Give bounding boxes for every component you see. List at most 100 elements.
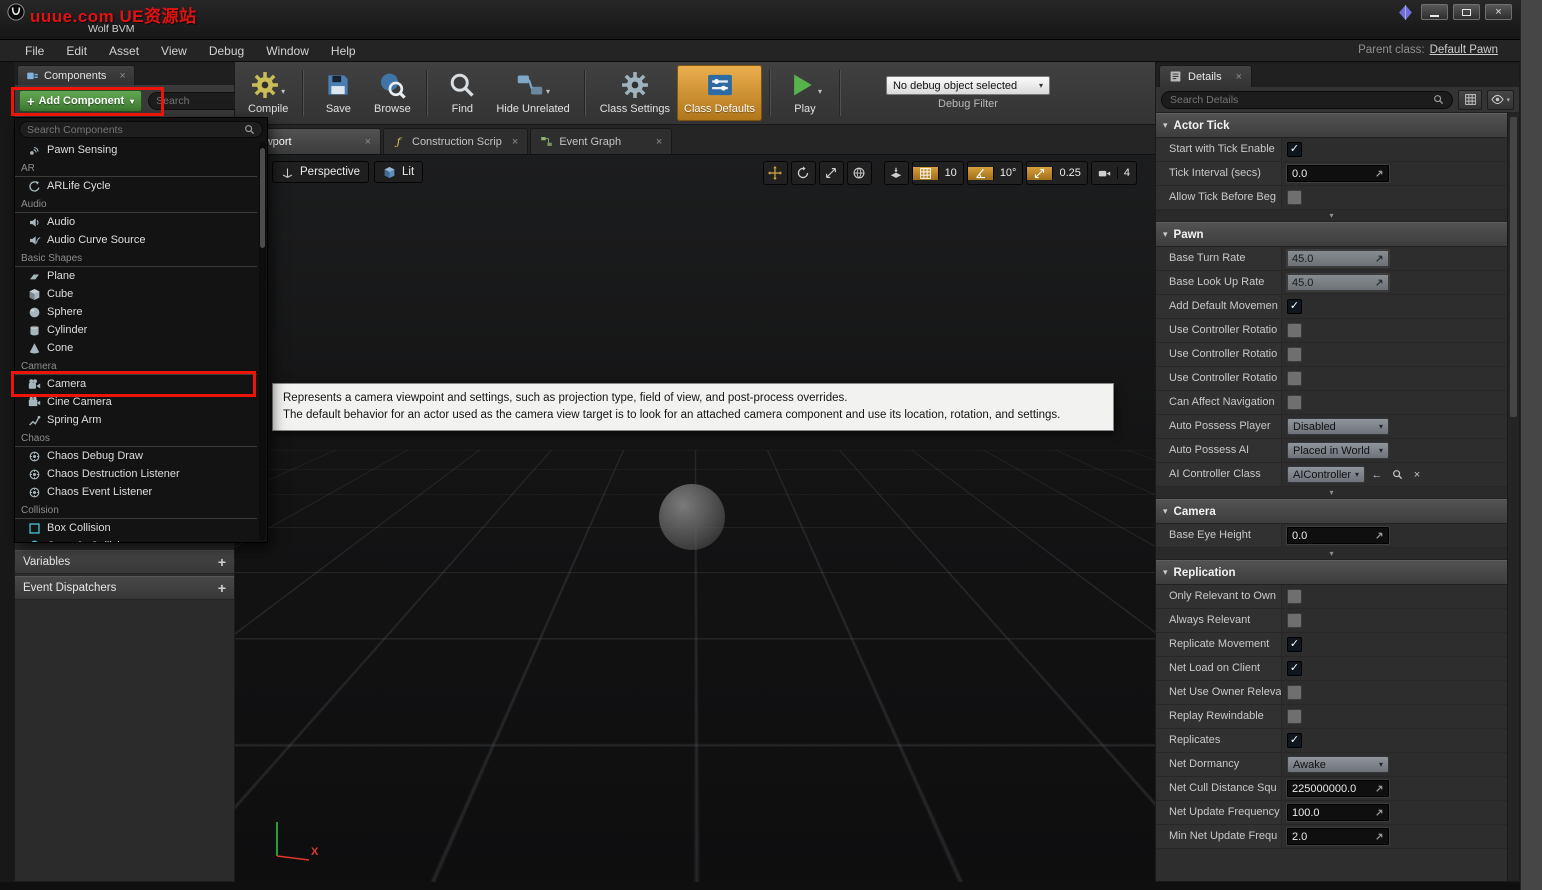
scale-snap-value[interactable]: 0.25 — [1052, 167, 1086, 179]
section-header-camera[interactable]: ▾Camera — [1156, 499, 1507, 524]
grid-snap-icon[interactable] — [913, 167, 938, 180]
use-selected-icon[interactable]: ← — [1369, 467, 1385, 483]
add-event-dispatchers-button[interactable]: + — [218, 581, 226, 595]
component-category-basic-shapes[interactable]: Basic Shapes — [15, 251, 257, 267]
component-item-chaos-debug-draw[interactable]: Chaos Debug Draw — [15, 447, 257, 465]
replay-rewindable-checkbox[interactable] — [1287, 709, 1302, 724]
allow-tick-before-beg-checkbox[interactable] — [1287, 190, 1302, 205]
auto-possess-ai-dropdown[interactable]: Placed in World▾ — [1287, 442, 1389, 459]
net-use-owner-releva-checkbox[interactable] — [1287, 685, 1302, 700]
search-components-input[interactable] — [27, 124, 240, 136]
save-button[interactable]: Save — [311, 65, 365, 121]
hide-unrelated-button[interactable]: ▾Hide Unrelated — [489, 65, 576, 121]
rotation-snap-icon[interactable] — [968, 167, 993, 180]
advanced-expander[interactable]: ▾ — [1156, 487, 1507, 499]
component-category-ar[interactable]: AR — [15, 161, 257, 177]
component-item-pawn-sensing[interactable]: Pawn Sensing — [15, 141, 257, 159]
component-item-arlife-cycle[interactable]: ARLife Cycle — [15, 177, 257, 195]
add-variables-button[interactable]: + — [218, 555, 226, 569]
only-relevant-to-own-checkbox[interactable] — [1287, 589, 1302, 604]
use-controller-rotatio-checkbox[interactable] — [1287, 347, 1302, 362]
scrollbar-thumb[interactable] — [1510, 117, 1517, 417]
close-icon[interactable]: × — [365, 136, 371, 148]
myblueprint-section-event-dispatchers[interactable]: Event Dispatchers+ — [15, 576, 234, 600]
camera-speed-value[interactable]: 4 — [1117, 167, 1136, 179]
scale-tool-button[interactable] — [819, 161, 844, 185]
menu-debug[interactable]: Debug — [198, 41, 255, 61]
browse-button[interactable]: Browse — [365, 65, 419, 121]
details-search-input[interactable] — [1170, 94, 1429, 106]
net-cull-distance-squ-field[interactable]: 225000000.0 — [1287, 780, 1389, 797]
maximize-button[interactable] — [1453, 4, 1480, 20]
component-item-chaos-destruction-listener[interactable]: Chaos Destruction Listener — [15, 465, 257, 483]
menu-window[interactable]: Window — [255, 41, 320, 61]
myblueprint-section-variables[interactable]: Variables+ — [15, 550, 234, 574]
scrollbar[interactable] — [1507, 113, 1519, 881]
section-header-actor-tick[interactable]: ▾Actor Tick — [1156, 113, 1507, 138]
perspective-button[interactable]: Perspective — [272, 161, 369, 183]
base-look-up-rate-field[interactable]: 45.0 — [1287, 274, 1389, 291]
component-item-sphere[interactable]: Sphere — [15, 303, 257, 321]
advanced-expander[interactable]: ▾ — [1156, 548, 1507, 560]
component-item-capsule-collision[interactable]: Capsule Collision — [15, 537, 257, 542]
min-net-update-frequ-field[interactable]: 2.0 — [1287, 828, 1389, 845]
close-icon[interactable]: × — [656, 136, 662, 148]
menu-file[interactable]: File — [14, 41, 55, 61]
close-button[interactable]: × — [1485, 4, 1512, 20]
component-item-cube[interactable]: Cube — [15, 285, 257, 303]
net-dormancy-dropdown[interactable]: Awake▾ — [1287, 756, 1389, 773]
menu-view[interactable]: View — [150, 41, 198, 61]
close-icon[interactable]: × — [512, 136, 518, 148]
class-defaults-button[interactable]: Class Defaults — [677, 65, 762, 121]
component-category-chaos[interactable]: Chaos — [15, 431, 257, 447]
component-item-plane[interactable]: Plane — [15, 267, 257, 285]
sphere-mesh[interactable] — [659, 484, 725, 550]
net-load-on-client-checkbox[interactable]: ✓ — [1287, 661, 1302, 676]
surface-snap-button[interactable] — [884, 161, 909, 185]
minimize-button[interactable] — [1421, 4, 1448, 20]
add-component-button[interactable]: + Add Component ▾ — [19, 90, 142, 112]
section-header-replication[interactable]: ▾Replication — [1156, 560, 1507, 585]
scrollbar[interactable] — [259, 142, 266, 540]
menu-edit[interactable]: Edit — [55, 41, 98, 61]
tick-interval-secs-field[interactable]: 0.0 — [1287, 165, 1389, 182]
view-options-button[interactable]: ▾ — [1487, 90, 1514, 110]
component-item-camera[interactable]: Camera — [15, 375, 257, 393]
scale-snap-icon[interactable] — [1027, 167, 1052, 180]
base-eye-height-field[interactable]: 0.0 — [1287, 527, 1389, 544]
close-icon[interactable]: × — [119, 70, 125, 82]
ai-controller-class-dropdown[interactable]: AIController▾ — [1287, 466, 1365, 483]
grid-snap-value[interactable]: 10 — [938, 167, 963, 179]
always-relevant-checkbox[interactable] — [1287, 613, 1302, 628]
lit-mode-button[interactable]: Lit — [374, 161, 423, 183]
component-category-collision[interactable]: Collision — [15, 503, 257, 519]
scrollbar-thumb[interactable] — [260, 148, 265, 248]
menu-asset[interactable]: Asset — [98, 41, 150, 61]
section-header-pawn[interactable]: ▾Pawn — [1156, 222, 1507, 247]
add-default-movemen-checkbox[interactable]: ✓ — [1287, 299, 1302, 314]
close-icon[interactable]: × — [1236, 71, 1242, 83]
component-item-box-collision[interactable]: Box Collision — [15, 519, 257, 537]
debug-object-dropdown[interactable]: No debug object selected ▾ — [886, 76, 1050, 95]
tab-event-graph[interactable]: Event Graph× — [530, 128, 672, 154]
compile-button[interactable]: ▾Compile — [241, 65, 295, 121]
clear-icon[interactable]: × — [1409, 467, 1425, 483]
menu-help[interactable]: Help — [320, 41, 367, 61]
rotation-snap-value[interactable]: 10° — [993, 167, 1023, 179]
browse-asset-icon[interactable] — [1389, 467, 1405, 483]
auto-possess-player-dropdown[interactable]: Disabled▾ — [1287, 418, 1389, 435]
search-components-box[interactable] — [19, 121, 263, 138]
details-search-box[interactable] — [1161, 91, 1453, 109]
replicates-checkbox[interactable]: ✓ — [1287, 733, 1302, 748]
tab-construction-scrip[interactable]: Construction Scrip× — [383, 128, 528, 154]
component-item-cone[interactable]: Cone — [15, 339, 257, 357]
base-turn-rate-field[interactable]: 45.0 — [1287, 250, 1389, 267]
viewport-canvas[interactable]: Perspective Lit 10 10° — [235, 155, 1155, 882]
component-item-chaos-event-listener[interactable]: Chaos Event Listener — [15, 483, 257, 501]
component-category-camera[interactable]: Camera — [15, 359, 257, 375]
tab-details[interactable]: Details × — [1159, 65, 1252, 87]
use-controller-rotatio-checkbox[interactable] — [1287, 323, 1302, 338]
component-item-cine-camera[interactable]: Cine Camera — [15, 393, 257, 411]
camera-speed-icon[interactable] — [1092, 167, 1117, 180]
component-item-cylinder[interactable]: Cylinder — [15, 321, 257, 339]
